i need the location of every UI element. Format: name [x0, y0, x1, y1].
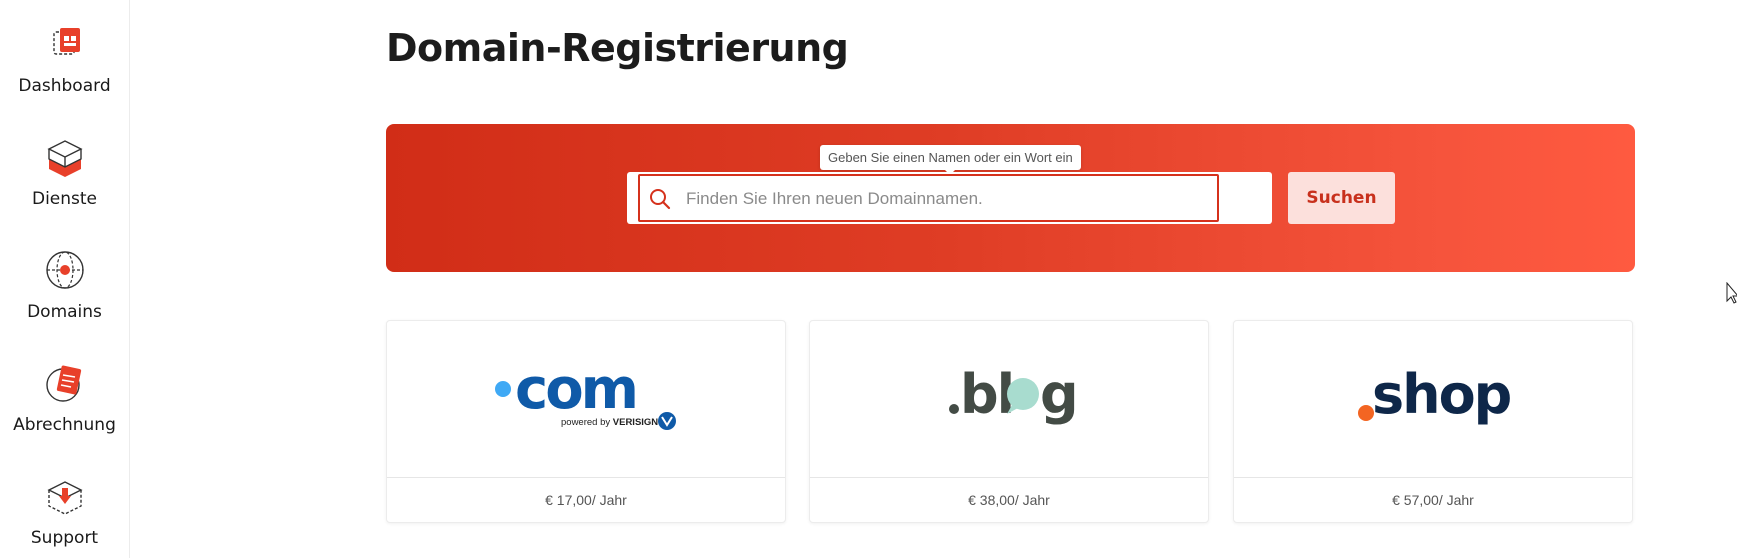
svg-text:powered by VERISIGN: powered by VERISIGN — [561, 417, 658, 428]
shop-logo: shop — [1234, 321, 1632, 477]
search-box — [627, 172, 1272, 224]
blog-logo: bl g — [810, 321, 1208, 477]
svg-text:shop: shop — [1372, 363, 1511, 426]
sidebar-item-label: Domains — [27, 302, 102, 322]
sidebar: Dashboard Dienste Domains Abrechnung Sup… — [0, 0, 130, 558]
svg-text:g: g — [1040, 363, 1079, 426]
svg-text:bl: bl — [960, 363, 1013, 426]
search-button[interactable]: Suchen — [1288, 172, 1395, 224]
com-logo: com powered by VERISIGN — [387, 321, 785, 477]
sidebar-item-label: Abrechnung — [13, 415, 116, 435]
sidebar-item-label: Dienste — [31, 189, 98, 209]
services-icon — [46, 140, 83, 177]
tld-card-blog[interactable]: bl g € 38,00/ Jahr — [809, 320, 1209, 523]
sidebar-item-abrechnung[interactable]: Abrechnung — [0, 361, 129, 435]
tld-card-shop[interactable]: shop € 57,00/ Jahr — [1233, 320, 1633, 523]
search-input[interactable] — [684, 176, 1208, 222]
sidebar-item-label: Dashboard — [18, 76, 111, 96]
svg-text:com: com — [515, 357, 636, 422]
tld-price: € 57,00/ Jahr — [1392, 492, 1474, 508]
search-field[interactable] — [638, 174, 1219, 222]
support-icon — [46, 481, 83, 515]
tld-card-com[interactable]: com powered by VERISIGN € 17,00/ Jahr — [386, 320, 786, 523]
dashboard-icon — [52, 28, 80, 55]
sidebar-item-dienste[interactable]: Dienste — [0, 135, 129, 209]
billing-icon — [45, 365, 81, 402]
sidebar-item-label: Support — [30, 528, 99, 548]
sidebar-item-support[interactable]: Support — [0, 474, 129, 548]
search-tooltip: Geben Sie einen Namen oder ein Wort ein — [820, 145, 1081, 175]
mouse-cursor-icon — [1726, 282, 1737, 304]
sidebar-item-domains[interactable]: Domains — [0, 248, 129, 322]
search-icon — [650, 189, 671, 210]
domains-icon — [45, 251, 84, 289]
sidebar-item-dashboard[interactable]: Dashboard — [0, 22, 129, 96]
tld-price: € 38,00/ Jahr — [968, 492, 1050, 508]
page-title: Domain-Registrierung — [386, 26, 849, 70]
tld-price: € 17,00/ Jahr — [545, 492, 627, 508]
